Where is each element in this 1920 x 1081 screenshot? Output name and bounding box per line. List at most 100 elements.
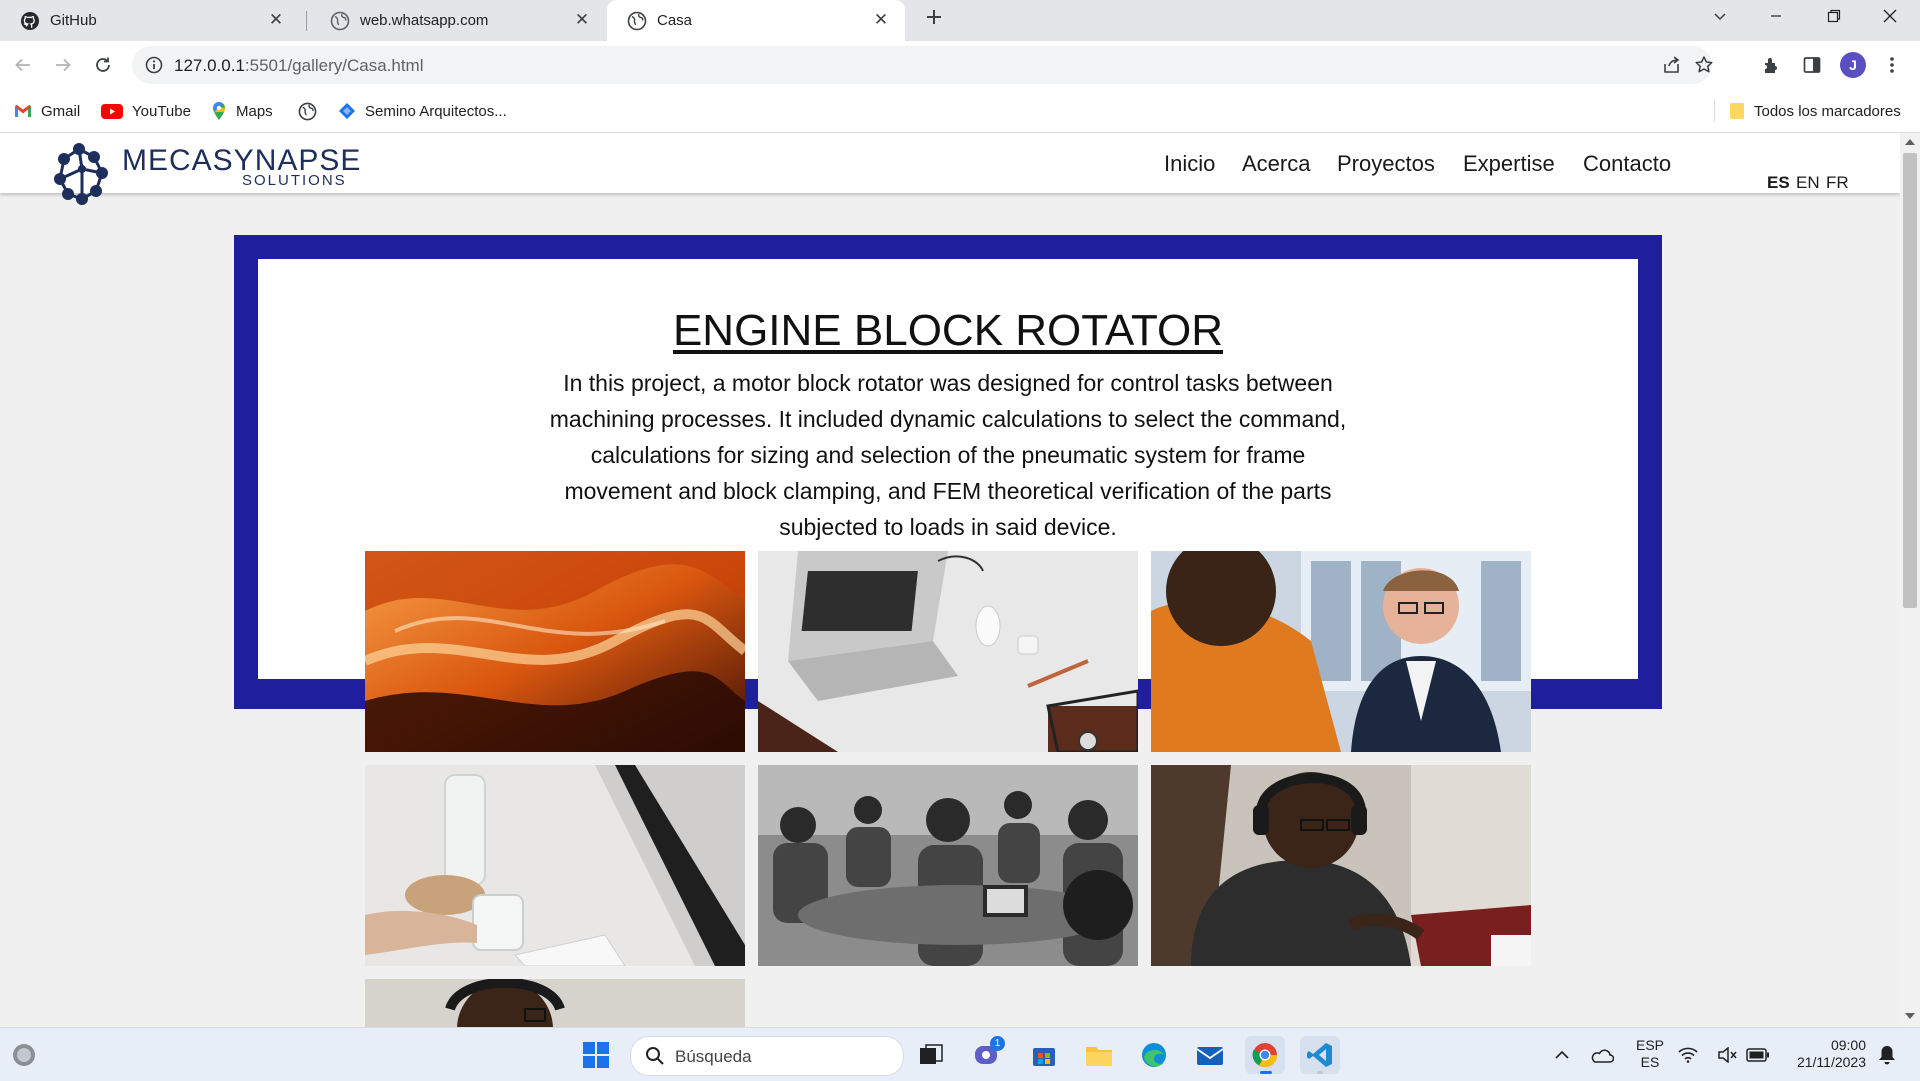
chevron-up-icon[interactable] (1542, 1036, 1582, 1074)
mail-icon[interactable] (1190, 1036, 1230, 1074)
side-panel-icon[interactable] (1796, 49, 1828, 81)
project-title: ENGINE BLOCK ROTATOR (672, 306, 1224, 355)
bookmark-label: Semino Arquitectos... (365, 102, 507, 120)
input-language-indicator[interactable]: ESP ES (1630, 1037, 1670, 1071)
scroll-down-icon[interactable] (1905, 1013, 1915, 1021)
url-host: 127.0.0.1 (174, 56, 245, 75)
volume-muted-icon[interactable] (1716, 1036, 1740, 1074)
nav-inicio[interactable]: Inicio (1164, 151, 1215, 177)
profile-avatar[interactable]: J (1837, 49, 1869, 81)
bookmark-label: Gmail (41, 102, 81, 120)
tab-github[interactable]: GitHub ✕ (0, 0, 300, 41)
gallery-image-canyon[interactable] (365, 551, 745, 752)
tab-title: GitHub (50, 12, 97, 29)
extensions-icon[interactable] (1756, 49, 1788, 81)
tab-title: web.whatsapp.com (360, 12, 489, 29)
clock-date: 21/11/2023 (1796, 1054, 1866, 1070)
logo-subtitle: SOLUTIONS (242, 172, 347, 189)
bookmark-semino[interactable]: Semino Arquitectos... (338, 100, 507, 122)
bookmark-globe[interactable] (298, 100, 326, 122)
site-header: MECASYNAPSE SOLUTIONS Inicio Acerca Proy… (0, 133, 1900, 205)
clock[interactable]: 09:00 21/11/2023 (1778, 1037, 1866, 1071)
youtube-icon (101, 103, 132, 119)
url-text: 127.0.0.1:5501/gallery/Casa.html (174, 56, 424, 75)
forward-button[interactable] (47, 49, 79, 81)
lang-fr[interactable]: FR (1826, 173, 1849, 193)
globe-icon (330, 11, 350, 31)
bookmark-youtube[interactable]: YouTube (101, 100, 191, 122)
gallery-image-glass[interactable] (365, 765, 745, 966)
bookmark-label: YouTube (132, 102, 191, 120)
store-icon[interactable] (1024, 1036, 1064, 1074)
wifi-icon[interactable] (1676, 1036, 1700, 1074)
tab-whatsapp[interactable]: web.whatsapp.com ✕ (310, 0, 606, 41)
all-bookmarks-label: Todos los marcadores (1754, 102, 1901, 120)
taskbar-search[interactable]: Búsqueda (630, 1036, 904, 1076)
github-icon (20, 11, 40, 31)
close-icon[interactable]: ✕ (266, 10, 286, 30)
bookmarks-divider (1714, 100, 1715, 122)
new-tab-button[interactable] (918, 1, 950, 33)
gallery-image-headphones[interactable] (1151, 765, 1531, 966)
close-icon[interactable]: ✕ (572, 10, 592, 30)
minimize-button[interactable] (1748, 0, 1804, 32)
browser-tab-strip: GitHub ✕ web.whatsapp.com ✕ Casa ✕ (0, 0, 1920, 41)
url-path: :5501/gallery/Casa.html (244, 56, 424, 75)
file-explorer-icon[interactable] (1079, 1036, 1119, 1074)
bookmark-maps[interactable]: Maps (211, 100, 273, 122)
tab-search-icon[interactable] (1692, 0, 1748, 32)
gallery-image-businessman[interactable] (1151, 551, 1531, 752)
chrome-icon[interactable] (1245, 1036, 1285, 1074)
bookmark-star-icon[interactable] (1694, 55, 1714, 75)
language-code: ESP (1635, 1037, 1664, 1053)
back-button[interactable] (7, 49, 39, 81)
weather-widget-icon[interactable] (4, 1036, 44, 1074)
chat-badge: 1 (990, 1036, 1005, 1051)
lang-en[interactable]: EN (1796, 173, 1820, 193)
menu-kebab-icon[interactable] (1876, 49, 1908, 81)
lang-es[interactable]: ES (1767, 173, 1790, 193)
edge-icon[interactable] (1134, 1036, 1174, 1074)
tab-title: Casa (657, 12, 693, 29)
gallery-image-headphones-partial[interactable] (365, 979, 745, 1027)
close-icon[interactable]: ✕ (871, 10, 891, 30)
bookmark-gmail[interactable]: Gmail (14, 100, 80, 122)
address-bar[interactable]: 127.0.0.1:5501/gallery/Casa.html (132, 46, 1714, 84)
logo-icon[interactable] (46, 139, 116, 209)
avatar: J (1840, 52, 1866, 78)
bookmark-label: Maps (236, 102, 273, 120)
all-bookmarks[interactable]: Todos los marcadores (1729, 100, 1901, 122)
share-icon[interactable] (1662, 56, 1682, 74)
keyboard-layout: ES (1640, 1054, 1660, 1070)
site-info-icon[interactable] (145, 56, 163, 74)
page-viewport: MECASYNAPSE SOLUTIONS Inicio Acerca Proy… (0, 133, 1900, 1027)
windows-start-icon[interactable] (576, 1036, 616, 1074)
teams-chat-icon[interactable]: 1 (967, 1036, 1007, 1074)
scroll-up-icon[interactable] (1905, 137, 1915, 145)
search-icon (645, 1046, 665, 1066)
search-placeholder: Búsqueda (675, 1047, 752, 1066)
notification-bell-icon[interactable] (1872, 1036, 1902, 1074)
restore-button[interactable] (1806, 0, 1862, 32)
folder-icon (1729, 102, 1754, 120)
nav-proyectos[interactable]: Proyectos (1337, 151, 1435, 177)
scrollbar-thumb[interactable] (1903, 153, 1917, 608)
nav-expertise[interactable]: Expertise (1463, 151, 1555, 177)
tab-separator (306, 11, 307, 31)
page-scrollbar[interactable] (1900, 133, 1920, 1027)
vscode-icon[interactable] (1300, 1036, 1340, 1074)
close-window-button[interactable] (1862, 0, 1918, 32)
gallery-image-laptop[interactable] (758, 551, 1138, 752)
tab-casa[interactable]: Casa ✕ (607, 0, 905, 41)
globe-icon (298, 102, 326, 121)
nav-contacto[interactable]: Contacto (1583, 151, 1671, 177)
clock-time: 09:00 (1830, 1037, 1866, 1053)
active-app-indicator (1260, 1071, 1272, 1074)
onedrive-icon[interactable] (1582, 1036, 1622, 1074)
nav-acerca[interactable]: Acerca (1242, 151, 1310, 177)
task-view-icon[interactable] (911, 1036, 951, 1074)
battery-icon[interactable] (1744, 1036, 1772, 1074)
reload-button[interactable] (87, 49, 119, 81)
windows-taskbar: Búsqueda 1 ESP ES 09:00 21/11/2023 (0, 1027, 1920, 1081)
gallery-image-meeting[interactable] (758, 765, 1138, 966)
